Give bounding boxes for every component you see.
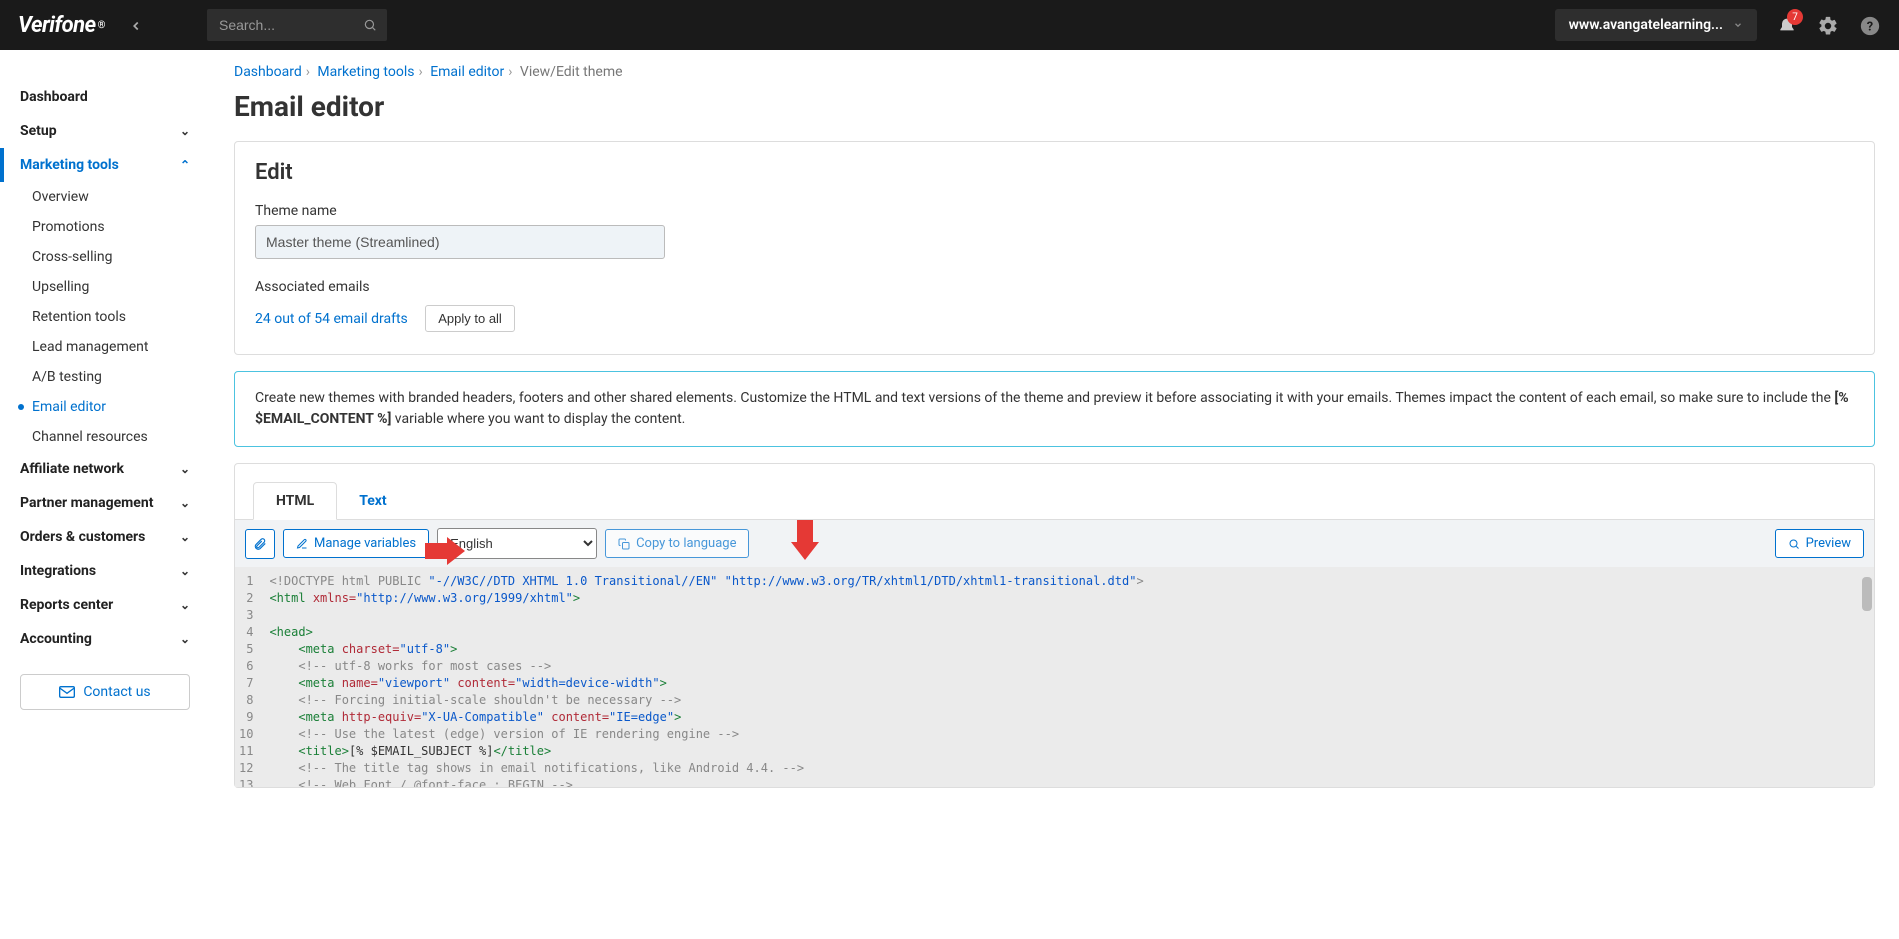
contact-label: Contact us	[83, 684, 150, 700]
info-text-post: variable where you want to display the c…	[391, 411, 685, 427]
domain-selector[interactable]: www.avangatelearning...	[1555, 9, 1757, 41]
sidebar-sub-upselling[interactable]: Upselling	[0, 272, 210, 302]
breadcrumb-dashboard[interactable]: Dashboard	[234, 64, 302, 80]
sidebar-item-reports-center[interactable]: Reports center⌄	[0, 588, 210, 622]
sidebar-sub-cross-selling[interactable]: Cross-selling	[0, 242, 210, 272]
theme-name-label: Theme name	[255, 203, 1854, 219]
domain-label: www.avangatelearning...	[1569, 17, 1723, 33]
chevron-down-icon: ⌄	[180, 462, 190, 476]
sidebar-sub-overview[interactable]: Overview	[0, 182, 210, 212]
attachments-button[interactable]	[245, 529, 275, 559]
sidebar-sub-lead-management[interactable]: Lead management	[0, 332, 210, 362]
contact-us-button[interactable]: Contact us	[20, 674, 190, 710]
collapse-nav-chevron[interactable]	[129, 15, 143, 36]
sidebar-sub-ab-testing[interactable]: A/B testing	[0, 362, 210, 392]
notifications-button[interactable]: 7	[1777, 13, 1797, 37]
code-editor[interactable]: 12345678910111213 <!DOCTYPE html PUBLIC …	[235, 567, 1874, 787]
code-content[interactable]: <!DOCTYPE html PUBLIC "-//W3C//DTD XHTML…	[261, 567, 1874, 787]
notification-badge: 7	[1787, 9, 1803, 25]
preview-button[interactable]: Preview	[1775, 529, 1864, 558]
sidebar-item-affiliate-network[interactable]: Affiliate network⌄	[0, 452, 210, 486]
copy-to-language-label: Copy to language	[636, 536, 736, 551]
tab-html[interactable]: HTML	[253, 482, 337, 520]
line-gutter: 12345678910111213	[235, 567, 261, 787]
sidebar-item-orders-customers[interactable]: Orders & customers⌄	[0, 520, 210, 554]
drafts-link[interactable]: 24 out of 54 email drafts	[255, 311, 408, 327]
svg-text:?: ?	[1867, 19, 1873, 34]
chevron-down-icon: ⌄	[180, 496, 190, 510]
scrollbar-thumb[interactable]	[1862, 577, 1872, 611]
edit-heading: Edit	[255, 160, 1854, 185]
chevron-down-icon: ⌄	[180, 598, 190, 612]
chevron-down-icon: ⌄	[180, 530, 190, 544]
search-icon[interactable]	[363, 17, 377, 33]
edit-panel: Edit Theme name Associated emails 24 out…	[234, 141, 1875, 355]
sidebar-sub-channel-resources[interactable]: Channel resources	[0, 422, 210, 452]
logo: Verifone®	[18, 13, 105, 38]
breadcrumb-current: View/Edit theme	[520, 64, 623, 80]
chevron-down-icon	[1733, 20, 1743, 31]
chevron-down-icon: ⌄	[180, 564, 190, 578]
sidebar-item-marketing-tools[interactable]: Marketing tools⌃	[0, 148, 210, 182]
settings-icon[interactable]	[1817, 13, 1839, 38]
apply-to-all-button[interactable]: Apply to all	[425, 305, 515, 332]
chevron-down-icon: ⌄	[180, 632, 190, 646]
associated-emails-label: Associated emails	[255, 279, 1854, 295]
sidebar-item-setup[interactable]: Setup⌄	[0, 114, 210, 148]
chevron-down-icon: ⌄	[180, 124, 190, 138]
sidebar-item-partner-management[interactable]: Partner management⌄	[0, 486, 210, 520]
sidebar-sub-promotions[interactable]: Promotions	[0, 212, 210, 242]
language-select[interactable]: English	[437, 528, 597, 559]
chevron-up-icon: ⌃	[180, 158, 190, 172]
sidebar-sub-retention-tools[interactable]: Retention tools	[0, 302, 210, 332]
manage-variables-label: Manage variables	[314, 536, 416, 551]
sidebar-item-integrations[interactable]: Integrations⌄	[0, 554, 210, 588]
breadcrumb: Dashboard› Marketing tools› Email editor…	[234, 64, 1875, 80]
info-text-pre: Create new themes with branded headers, …	[255, 390, 1834, 406]
sidebar: Dashboard Setup⌄ Marketing tools⌃ Overvi…	[0, 50, 210, 788]
page-title: Email editor	[234, 90, 1875, 123]
help-icon[interactable]: ?	[1859, 13, 1881, 38]
sidebar-item-accounting[interactable]: Accounting⌄	[0, 622, 210, 656]
preview-label: Preview	[1806, 536, 1851, 551]
sidebar-sub-email-editor[interactable]: Email editor	[0, 392, 210, 422]
info-panel: Create new themes with branded headers, …	[234, 371, 1875, 447]
mail-icon	[59, 684, 75, 700]
search-input[interactable]	[207, 9, 387, 41]
breadcrumb-email-editor[interactable]: Email editor	[430, 64, 504, 80]
sidebar-item-dashboard[interactable]: Dashboard	[0, 80, 210, 114]
editor-panel: HTML Text Manage variables English Copy …	[234, 463, 1875, 788]
theme-name-input[interactable]	[255, 225, 665, 259]
tab-text[interactable]: Text	[337, 483, 408, 519]
copy-to-language-button[interactable]: Copy to language	[605, 529, 749, 558]
breadcrumb-marketing-tools[interactable]: Marketing tools	[317, 64, 414, 80]
manage-variables-button[interactable]: Manage variables	[283, 529, 429, 558]
